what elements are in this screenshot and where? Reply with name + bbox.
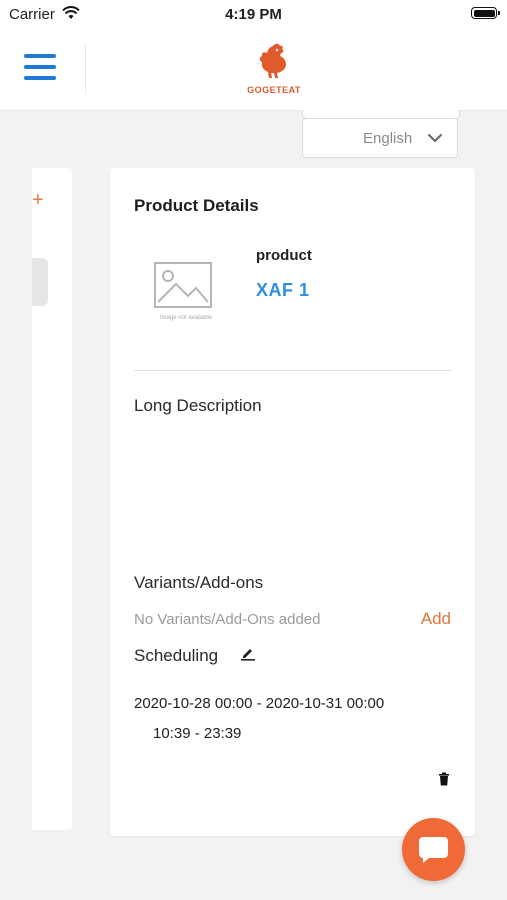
status-time: 4:19 PM — [225, 6, 282, 23]
trash-icon[interactable] — [438, 772, 450, 786]
long-description-label: Long Description — [134, 396, 262, 415]
menu-icon-bar — [24, 54, 56, 58]
schedule-date-range: 2020-10-28 00:00 - 2020-10-31 00:00 — [134, 695, 385, 712]
scheduling-label: Scheduling — [134, 646, 219, 665]
product-name: product — [256, 247, 312, 264]
left-panel: + — [32, 168, 72, 830]
chevron-down-icon — [428, 134, 442, 143]
product-details-card: Product Details Image not available prod… — [110, 168, 475, 836]
schedule-time-range: 10:39 - 23:39 — [153, 725, 242, 742]
menu-icon-bar — [24, 76, 56, 80]
left-panel-tab[interactable] — [32, 258, 48, 306]
app-logo[interactable]: GOGETEAT — [238, 42, 310, 96]
left-panel-add-icon[interactable]: + — [32, 190, 44, 210]
app-header: GOGETEAT — [0, 28, 507, 111]
language-select[interactable]: English — [302, 118, 458, 158]
chat-button[interactable] — [402, 818, 465, 881]
variants-label: Variants/Add-ons — [134, 573, 264, 592]
menu-button[interactable] — [24, 54, 56, 82]
status-bar: Carrier 4:19 PM — [0, 0, 507, 28]
variants-empty-text: No Variants/Add-Ons added — [134, 611, 321, 628]
battery-icon — [471, 7, 500, 19]
logo-text: GOGETEAT — [247, 85, 301, 95]
image-placeholder-caption: Image not available — [159, 315, 213, 321]
rooster-logo-icon — [259, 43, 286, 78]
chat-icon — [419, 837, 448, 863]
header-divider — [85, 44, 86, 94]
section-divider — [134, 370, 452, 371]
product-details-title: Product Details — [134, 196, 259, 215]
edit-icon[interactable] — [240, 645, 256, 661]
product-price: XAF 1 — [256, 280, 310, 300]
language-selected-label: English — [363, 130, 413, 147]
add-variant-button[interactable]: Add — [421, 609, 451, 629]
menu-icon-bar — [24, 65, 56, 69]
